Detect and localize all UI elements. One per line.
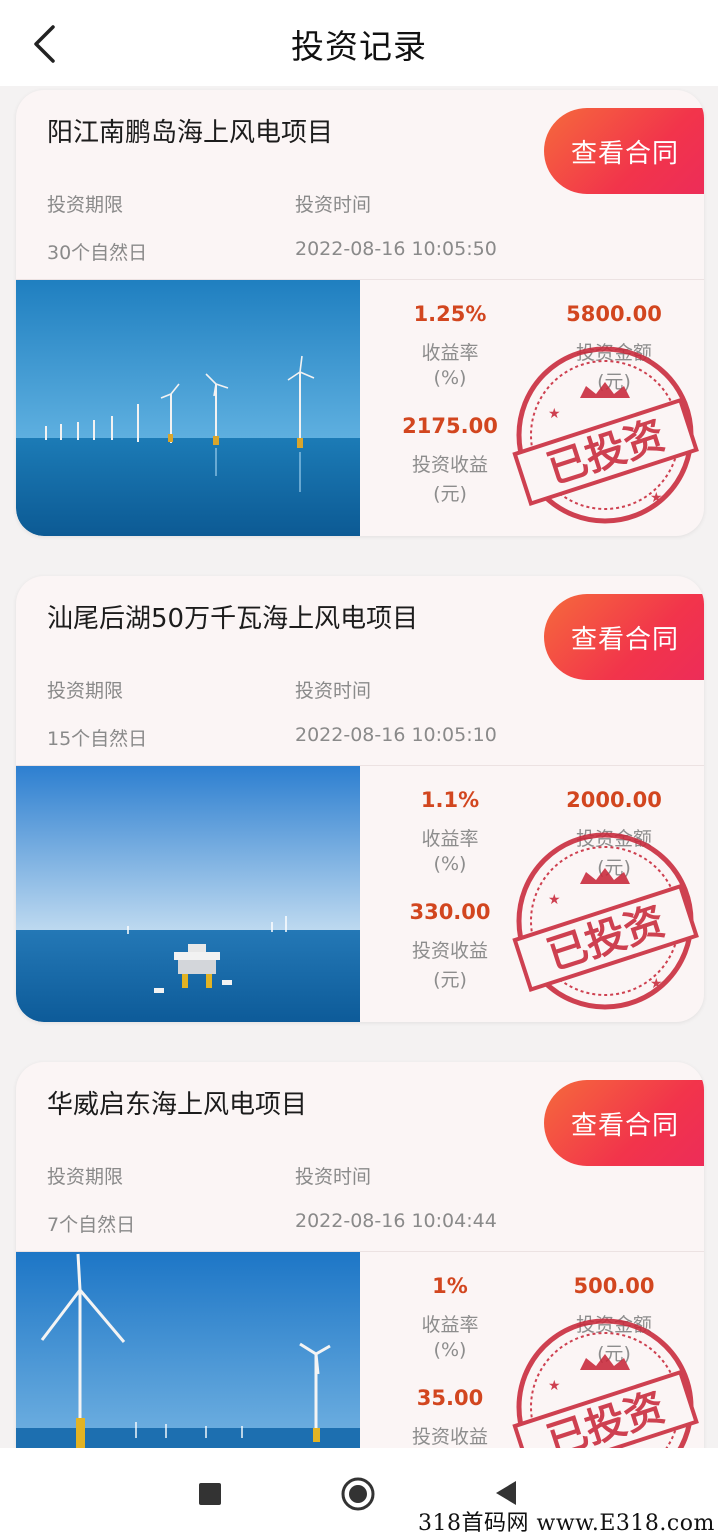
project-title: 汕尾后湖50万千瓦海上风电项目 (47, 604, 419, 634)
term-value: 30个自然日 (47, 242, 148, 264)
term-label: 投资期限 (47, 194, 124, 216)
svg-text:★: ★ (650, 976, 663, 992)
income-unit: (元) (433, 483, 467, 505)
time-label: 投资时间 (295, 1166, 372, 1188)
top-bar: 投资记录 (0, 0, 718, 86)
svg-text:★: ★ (548, 892, 561, 908)
term-value: 7个自然日 (47, 1214, 136, 1236)
svg-text:★: ★ (548, 1378, 561, 1394)
rate-value: 1% (432, 1274, 468, 1298)
term-label: 投资期限 (47, 680, 124, 702)
investment-record-list: 阳江南鹏岛海上风电项目 查看合同 投资期限 投资时间 30个自然日 2022-0… (16, 90, 704, 1535)
stop-square-icon (199, 1483, 221, 1505)
rate-unit: (%) (433, 1339, 467, 1361)
view-contract-button[interactable]: 查看合同 (544, 1080, 704, 1166)
time-value: 2022-08-16 10:04:44 (295, 1210, 497, 1232)
stats-panel: 1.25% 收益率 (%) 2175.00 投资收益 (元) 5800.00 投… (360, 280, 704, 536)
view-contract-button[interactable]: 查看合同 (544, 594, 704, 680)
watermark-text: 318首码网 www.E318.com (418, 1511, 715, 1535)
income-unit: (元) (433, 969, 467, 991)
svg-text:★: ★ (650, 490, 663, 506)
income-label: 投资收益 (411, 1426, 488, 1448)
page-title: 投资记录 (291, 27, 427, 66)
time-value: 2022-08-16 10:05:10 (295, 724, 497, 746)
rate-unit: (%) (433, 853, 467, 875)
term-label: 投资期限 (47, 1166, 124, 1188)
rate-value: 1.1% (420, 788, 480, 812)
income-value: 2175.00 (402, 414, 498, 438)
investment-card: 汕尾后湖50万千瓦海上风电项目 查看合同 投资期限 投资时间 15个自然日 20… (16, 576, 704, 1022)
amount-value: 5800.00 (566, 302, 662, 326)
back-triangle-icon (496, 1481, 516, 1505)
project-photo (16, 766, 360, 1022)
svg-text:★: ★ (548, 406, 561, 422)
time-value: 2022-08-16 10:05:50 (295, 238, 497, 260)
investment-card: 华威启东海上风电项目 查看合同 投资期限 投资时间 7个自然日 2022-08-… (16, 1062, 704, 1508)
home-circle-icon (341, 1477, 375, 1511)
amount-value: 2000.00 (566, 788, 662, 812)
project-photo (16, 280, 360, 536)
investment-card: 阳江南鹏岛海上风电项目 查看合同 投资期限 投资时间 30个自然日 2022-0… (16, 90, 704, 536)
time-label: 投资时间 (295, 680, 372, 702)
income-value: 330.00 (409, 900, 491, 924)
amount-value: 500.00 (573, 1274, 655, 1298)
rate-unit: (%) (433, 367, 467, 389)
rate-label: 收益率 (421, 1314, 479, 1336)
income-label: 投资收益 (411, 454, 488, 476)
rate-label: 收益率 (421, 342, 479, 364)
rate-value: 1.25% (413, 302, 487, 326)
income-value: 35.00 (416, 1386, 484, 1410)
time-label: 投资时间 (295, 194, 372, 216)
invested-stamp-icon: 已投资 ★ ★ (512, 832, 699, 1010)
term-value: 15个自然日 (47, 728, 148, 750)
income-label: 投资收益 (411, 940, 488, 962)
invested-stamp-icon: 已投资 ★ ★ (512, 346, 699, 524)
project-title: 华威启东海上风电项目 (47, 1090, 308, 1120)
stats-panel: 1.1% 收益率 (%) 330.00 投资收益 (元) 2000.00 投资金… (360, 766, 704, 1022)
project-title: 阳江南鹏岛海上风电项目 (47, 118, 334, 148)
recent-apps-button[interactable] (198, 1482, 222, 1510)
view-contract-button[interactable]: 查看合同 (544, 108, 704, 194)
home-button[interactable] (340, 1476, 376, 1516)
rate-label: 收益率 (421, 828, 479, 850)
